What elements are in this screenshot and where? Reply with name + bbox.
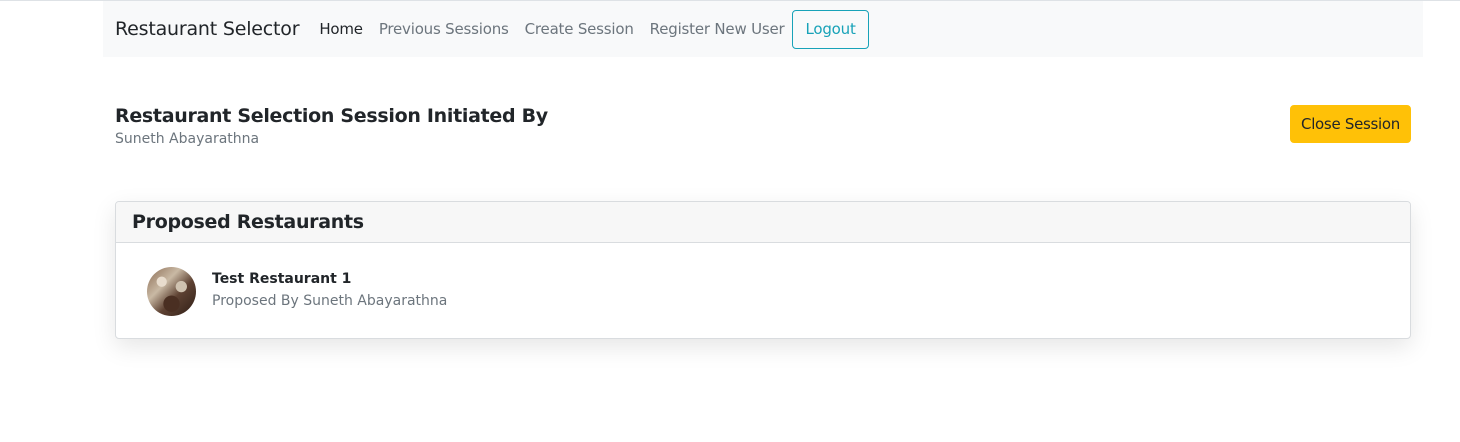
list-item[interactable]: Test Restaurant 1 Proposed By Suneth Aba… <box>116 243 1410 338</box>
card-header: Proposed Restaurants <box>116 202 1410 243</box>
nav-link-create-session[interactable]: Create Session <box>517 20 642 38</box>
brand-logo-text[interactable]: Restaurant Selector <box>115 18 300 40</box>
session-title: Restaurant Selection Session Initiated B… <box>115 105 548 127</box>
close-session-button[interactable]: Close Session <box>1290 105 1411 143</box>
restaurant-proposer: Proposed By Suneth Abayarathna <box>212 293 448 309</box>
logout-button[interactable]: Logout <box>792 9 869 49</box>
session-header: Restaurant Selection Session Initiated B… <box>115 105 548 147</box>
restaurant-avatar <box>147 267 196 316</box>
card-title: Proposed Restaurants <box>132 211 364 233</box>
nav-link-previous-sessions[interactable]: Previous Sessions <box>371 20 517 38</box>
nav-link-home[interactable]: Home <box>311 20 371 38</box>
restaurant-name: Test Restaurant 1 <box>212 271 352 287</box>
session-initiator: Suneth Abayarathna <box>115 131 260 147</box>
proposed-restaurants-card: Proposed Restaurants Test Restaurant 1 P… <box>115 201 1411 339</box>
navbar: Restaurant Selector Home Previous Sessio… <box>103 1 1423 57</box>
nav-link-register-new-user[interactable]: Register New User <box>642 20 793 38</box>
